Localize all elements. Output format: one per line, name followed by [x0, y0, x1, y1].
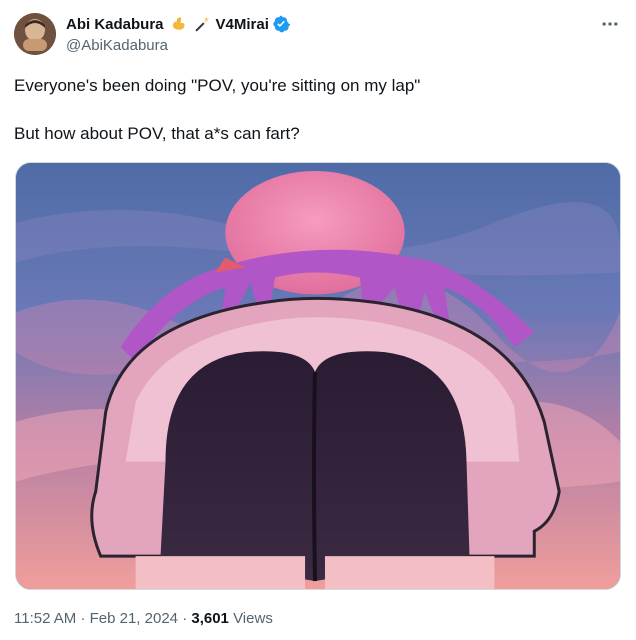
meta-separator: · — [80, 610, 86, 627]
tweet-text: Everyone's been doing "POV, you're sitti… — [14, 74, 614, 146]
avatar[interactable] — [14, 13, 56, 55]
magic-wand-icon — [192, 14, 212, 34]
views-label: Views — [233, 610, 273, 627]
tweet-text-line: But how about POV, that a*s can fart? — [14, 124, 300, 143]
avatar-image — [14, 13, 56, 55]
author-secondary-name[interactable]: V4Mirai — [216, 16, 269, 33]
more-horizontal-icon — [602, 22, 618, 26]
author-name-row[interactable]: Abi Kadabura V4Mirai — [66, 14, 290, 34]
tweet: Abi Kadabura V4Mirai @AbiKadabura Everyo… — [0, 0, 636, 640]
verified-badge-icon — [272, 15, 290, 33]
tweet-text-line: Everyone's been doing "POV, you're sitti… — [14, 76, 421, 95]
tweet-meta: 11:52 AM · Feb 21, 2024 · 3,601 Views — [14, 610, 273, 627]
flexed-biceps-icon — [168, 14, 188, 34]
author-handle[interactable]: @AbiKadabura — [66, 37, 168, 54]
author-display-name[interactable]: Abi Kadabura — [66, 16, 164, 33]
tweet-date[interactable]: Feb 21, 2024 — [90, 610, 178, 627]
more-options-button[interactable] — [598, 12, 622, 36]
tweet-time[interactable]: 11:52 AM — [14, 610, 76, 627]
meta-separator: · — [182, 610, 188, 627]
views-count: 3,601 — [191, 610, 229, 627]
tweet-media-image[interactable] — [15, 162, 621, 590]
media-illustration — [16, 163, 620, 589]
